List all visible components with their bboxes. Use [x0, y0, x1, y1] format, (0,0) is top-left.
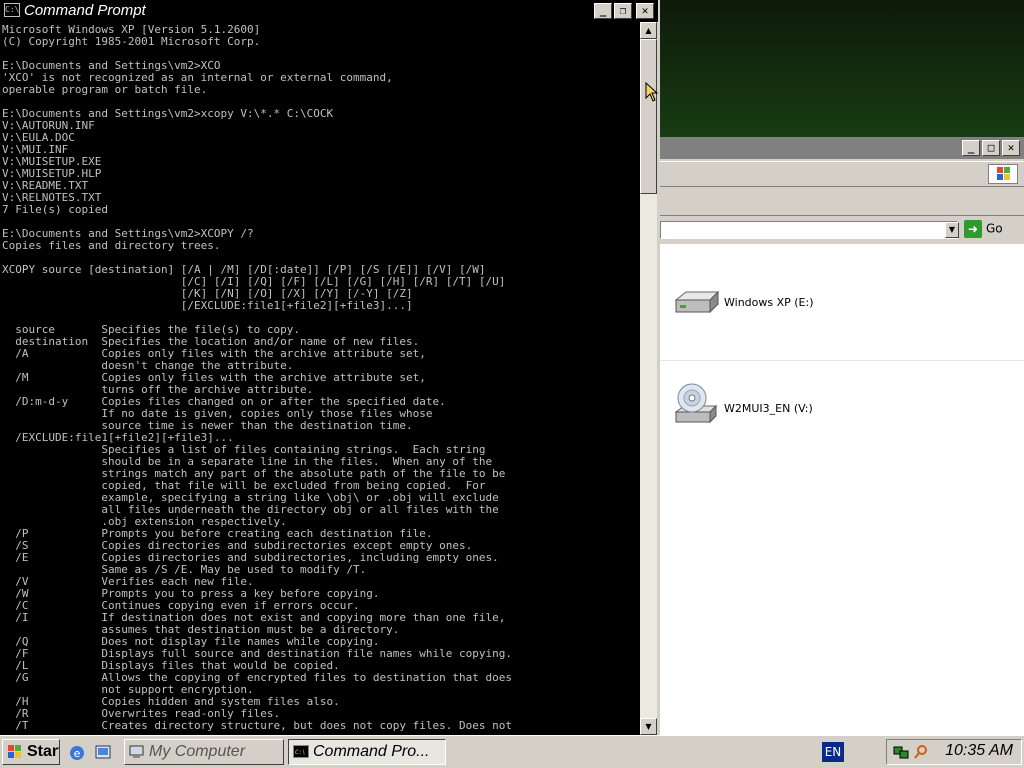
quicklaunch-ie-icon[interactable]: e [68, 744, 86, 762]
cmd-title: Command Prompt [24, 2, 146, 19]
group-divider [660, 360, 1024, 361]
clock[interactable]: 10:35 AM [945, 742, 1013, 760]
quicklaunch-desktop-icon[interactable] [94, 744, 112, 762]
go-button[interactable]: ➜ Go [964, 220, 1020, 240]
cmd-titlebar[interactable]: C:\ Command Prompt _ ❐ ✕ [0, 0, 658, 22]
svg-text:e: e [74, 747, 81, 760]
cmd-maximize-button[interactable]: ❐ [614, 3, 632, 19]
explorer-maximize-button[interactable]: □ [982, 140, 1000, 156]
console-output[interactable]: Microsoft Windows XP [Version 5.1.2600] … [0, 22, 640, 735]
go-label: Go [986, 221, 1003, 236]
console-text: Microsoft Windows XP [Version 5.1.2600] … [2, 23, 512, 732]
taskbar: Start e My Computer C:\ Command Pro... E… [0, 735, 1024, 768]
windows-logo-icon [988, 164, 1018, 184]
explorer-toolbar [660, 187, 1024, 216]
mouse-cursor-icon [645, 82, 659, 102]
task-button-command-prompt[interactable]: C:\ Command Pro... [288, 739, 446, 765]
drive-item-e[interactable]: Windows XP (E:) [672, 286, 872, 320]
scroll-down-button[interactable]: ▼ [640, 718, 657, 735]
vertical-scrollbar[interactable]: ▲ ▼ [640, 22, 657, 735]
drive-label-e: Windows XP (E:) [724, 296, 814, 309]
cmd-minimize-button[interactable]: _ [594, 3, 612, 19]
my-computer-window[interactable]: _ □ ✕ ▼ ➜ Go Windows XP (E:) W2MUI3_EN (… [660, 137, 1024, 735]
explorer-minimize-button[interactable]: _ [962, 140, 980, 156]
start-label: Start [27, 743, 60, 760]
network-icon[interactable] [893, 744, 909, 760]
explorer-menubar [660, 161, 1024, 187]
windows-flag-icon [7, 744, 23, 760]
address-input[interactable] [660, 221, 958, 239]
explorer-content: Windows XP (E:) W2MUI3_EN (V:) [660, 244, 1024, 735]
system-tray: 10:35 AM [886, 739, 1022, 765]
console-task-icon: C:\ [293, 744, 309, 760]
address-dropdown-button[interactable]: ▼ [945, 222, 959, 238]
hard-drive-icon [674, 290, 720, 314]
drive-label-v: W2MUI3_EN (V:) [724, 402, 813, 415]
scrollbar-thumb[interactable] [640, 39, 657, 194]
console-icon: C:\ [4, 3, 20, 17]
cmd-close-button[interactable]: ✕ [636, 3, 654, 19]
command-prompt-window[interactable]: C:\ Command Prompt _ ❐ ✕ Microsoft Windo… [0, 0, 660, 735]
task-button-my-computer[interactable]: My Computer [124, 739, 284, 765]
explorer-close-button[interactable]: ✕ [1002, 140, 1020, 156]
search-tray-icon[interactable] [913, 744, 929, 760]
cd-drive-icon [674, 383, 718, 424]
svg-text:C:\: C:\ [295, 749, 306, 756]
task-label-command-prompt: Command Pro... [313, 743, 430, 760]
explorer-titlebar[interactable]: _ □ ✕ [660, 137, 1024, 159]
drive-item-v[interactable]: W2MUI3_EN (V:) [672, 382, 872, 430]
start-button[interactable]: Start [2, 739, 60, 765]
my-computer-icon [129, 744, 145, 760]
scroll-up-button[interactable]: ▲ [640, 22, 657, 39]
language-indicator[interactable]: EN [822, 742, 844, 762]
task-label-my-computer: My Computer [149, 743, 246, 760]
go-arrow-icon: ➜ [964, 220, 982, 238]
